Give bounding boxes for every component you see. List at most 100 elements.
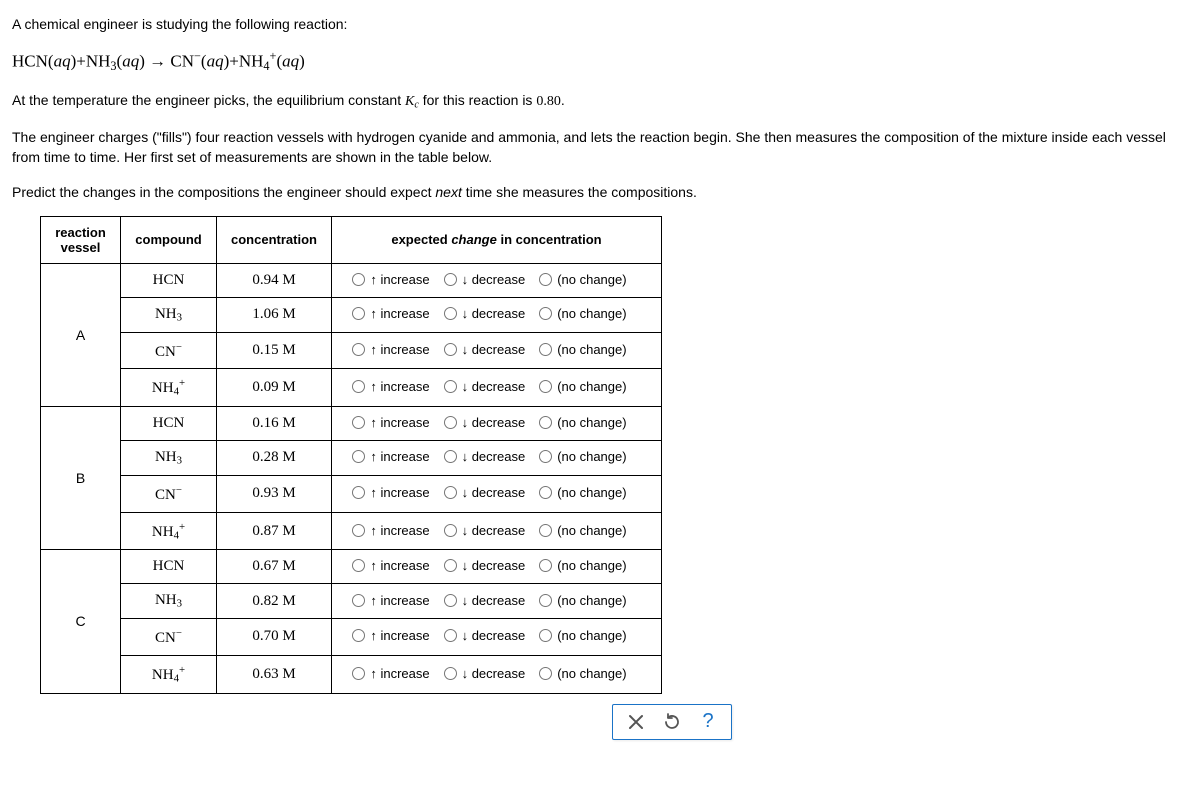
reaction-table: reactionvessel compound concentration ex… <box>40 216 662 694</box>
compound-cell: HCN <box>121 550 217 584</box>
radio-input-increase[interactable] <box>352 380 365 393</box>
radio-input-decrease[interactable] <box>444 524 457 537</box>
radio-nochange[interactable]: (no change) <box>539 666 626 681</box>
radio-decrease[interactable]: ↓ decrease <box>444 449 526 464</box>
radio-input-increase[interactable] <box>352 307 365 320</box>
radio-label-text: (no change) <box>557 449 626 464</box>
change-cell: ↑ increase ↓ decrease (no change) <box>331 475 661 512</box>
reset-icon <box>663 713 681 731</box>
radio-input-increase[interactable] <box>352 450 365 463</box>
radio-decrease[interactable]: ↓ decrease <box>444 523 526 538</box>
radio-decrease[interactable]: ↓ decrease <box>444 666 526 681</box>
radio-decrease[interactable]: ↓ decrease <box>444 593 526 608</box>
intro-line-3: The engineer charges ("fills") four reac… <box>12 127 1188 168</box>
radio-decrease[interactable]: ↓ decrease <box>444 379 526 394</box>
radio-input-decrease[interactable] <box>444 450 457 463</box>
compound-cell: NH3 <box>121 441 217 476</box>
radio-decrease[interactable]: ↓ decrease <box>444 415 526 430</box>
table-row: NH30.82 M↑ increase↓ decrease(no change) <box>41 584 662 619</box>
radio-input-nochange[interactable] <box>539 594 552 607</box>
radio-input-increase[interactable] <box>352 667 365 680</box>
radio-input-increase[interactable] <box>352 594 365 607</box>
radio-increase[interactable]: ↑ increase <box>352 449 429 464</box>
radio-input-increase[interactable] <box>352 629 365 642</box>
radio-input-nochange[interactable] <box>539 380 552 393</box>
radio-label-text: ↓ decrease <box>462 379 526 394</box>
radio-increase[interactable]: ↑ increase <box>352 485 429 500</box>
radio-input-increase[interactable] <box>352 524 365 537</box>
radio-input-nochange[interactable] <box>539 486 552 499</box>
compound-cell: NH4+ <box>121 512 217 550</box>
radio-input-decrease[interactable] <box>444 559 457 572</box>
radio-label-text: ↑ increase <box>370 306 429 321</box>
radio-input-nochange[interactable] <box>539 450 552 463</box>
radio-decrease[interactable]: ↓ decrease <box>444 342 526 357</box>
radio-input-nochange[interactable] <box>539 416 552 429</box>
change-cell: ↑ increase ↓ decrease (no change) <box>331 332 661 369</box>
radio-input-increase[interactable] <box>352 273 365 286</box>
radio-nochange[interactable]: (no change) <box>539 558 626 573</box>
radio-increase[interactable]: ↑ increase <box>352 523 429 538</box>
radio-increase[interactable]: ↑ increase <box>352 558 429 573</box>
radio-decrease[interactable]: ↓ decrease <box>444 558 526 573</box>
radio-input-decrease[interactable] <box>444 273 457 286</box>
radio-nochange[interactable]: (no change) <box>539 379 626 394</box>
action-bar: ? <box>612 704 732 740</box>
clear-button[interactable] <box>627 711 645 733</box>
radio-label-text: ↑ increase <box>370 666 429 681</box>
radio-input-nochange[interactable] <box>539 559 552 572</box>
radio-input-nochange[interactable] <box>539 343 552 356</box>
radio-input-nochange[interactable] <box>539 629 552 642</box>
radio-nochange[interactable]: (no change) <box>539 628 626 643</box>
radio-nochange[interactable]: (no change) <box>539 523 626 538</box>
intro-line-4: Predict the changes in the compositions … <box>12 182 1188 202</box>
radio-decrease[interactable]: ↓ decrease <box>444 272 526 287</box>
radio-input-nochange[interactable] <box>539 273 552 286</box>
change-cell: ↑ increase ↓ decrease (no change) <box>331 369 661 407</box>
radio-nochange[interactable]: (no change) <box>539 449 626 464</box>
header-change: expected change in concentration <box>331 216 661 263</box>
radio-increase[interactable]: ↑ increase <box>352 628 429 643</box>
radio-input-decrease[interactable] <box>444 380 457 393</box>
help-button[interactable]: ? <box>699 711 717 733</box>
radio-nochange[interactable]: (no change) <box>539 272 626 287</box>
radio-input-decrease[interactable] <box>444 629 457 642</box>
radio-nochange[interactable]: (no change) <box>539 306 626 321</box>
header-compound: compound <box>121 216 217 263</box>
radio-increase[interactable]: ↑ increase <box>352 306 429 321</box>
radio-input-decrease[interactable] <box>444 594 457 607</box>
radio-input-decrease[interactable] <box>444 667 457 680</box>
radio-input-decrease[interactable] <box>444 307 457 320</box>
change-cell: ↑ increase ↓ decrease (no change) <box>331 619 661 656</box>
radio-increase[interactable]: ↑ increase <box>352 379 429 394</box>
radio-increase[interactable]: ↑ increase <box>352 272 429 287</box>
radio-increase[interactable]: ↑ increase <box>352 666 429 681</box>
radio-label-text: ↑ increase <box>370 485 429 500</box>
radio-input-increase[interactable] <box>352 343 365 356</box>
radio-increase[interactable]: ↑ increase <box>352 342 429 357</box>
radio-input-nochange[interactable] <box>539 307 552 320</box>
table-row: AHCN0.94 M↑ increase↓ decrease(no change… <box>41 263 662 297</box>
radio-input-nochange[interactable] <box>539 524 552 537</box>
table-row: CN−0.70 M↑ increase↓ decrease(no change) <box>41 619 662 656</box>
radio-nochange[interactable]: (no change) <box>539 415 626 430</box>
radio-increase[interactable]: ↑ increase <box>352 415 429 430</box>
radio-input-nochange[interactable] <box>539 667 552 680</box>
radio-input-decrease[interactable] <box>444 486 457 499</box>
radio-input-decrease[interactable] <box>444 416 457 429</box>
radio-label-text: (no change) <box>557 415 626 430</box>
reset-button[interactable] <box>663 711 681 733</box>
radio-input-increase[interactable] <box>352 486 365 499</box>
radio-nochange[interactable]: (no change) <box>539 593 626 608</box>
radio-label-text: ↓ decrease <box>462 628 526 643</box>
radio-nochange[interactable]: (no change) <box>539 342 626 357</box>
radio-nochange[interactable]: (no change) <box>539 485 626 500</box>
radio-decrease[interactable]: ↓ decrease <box>444 306 526 321</box>
radio-label-text: ↑ increase <box>370 593 429 608</box>
radio-input-increase[interactable] <box>352 416 365 429</box>
radio-input-decrease[interactable] <box>444 343 457 356</box>
radio-decrease[interactable]: ↓ decrease <box>444 485 526 500</box>
radio-increase[interactable]: ↑ increase <box>352 593 429 608</box>
radio-input-increase[interactable] <box>352 559 365 572</box>
radio-decrease[interactable]: ↓ decrease <box>444 628 526 643</box>
